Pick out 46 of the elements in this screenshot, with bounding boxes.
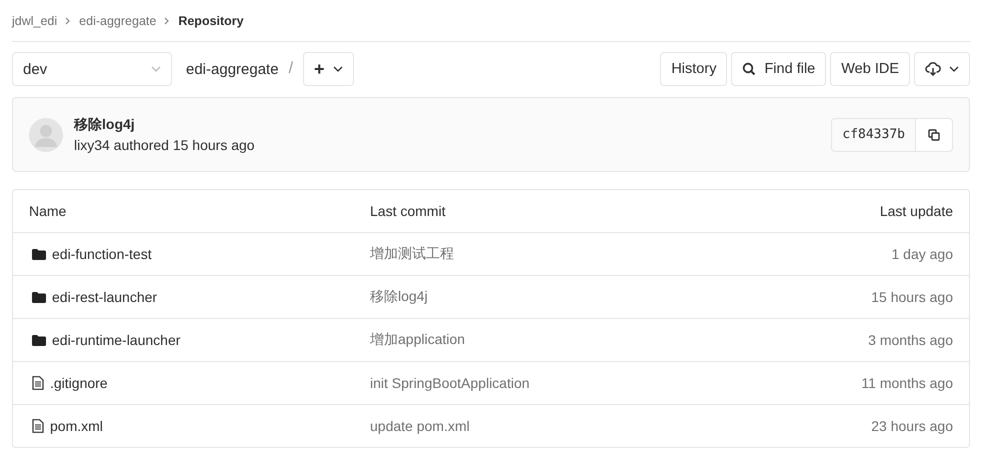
find-file-button[interactable]: Find file — [731, 52, 826, 86]
file-link[interactable]: edi-function-test — [52, 246, 152, 262]
path-link[interactable]: edi-aggregate — [186, 60, 279, 78]
commit-link[interactable]: 移除log4j — [370, 288, 428, 304]
chevron-icon — [164, 16, 170, 24]
search-icon — [742, 62, 756, 76]
path-separator: / — [288, 60, 294, 78]
column-header: Name — [29, 203, 68, 219]
cloud-download-icon — [925, 62, 941, 76]
commit-link[interactable]: 增加测试工程 — [370, 245, 454, 261]
commit-link[interactable]: update pom.xml — [370, 418, 470, 434]
web-ide-button[interactable]: Web IDE — [830, 52, 910, 86]
chevron-down-icon — [332, 66, 343, 72]
download-dropdown-button[interactable] — [914, 52, 970, 86]
folder-icon — [32, 248, 46, 260]
breadcrumb-link[interactable]: jdwl_edi — [12, 14, 58, 28]
chevron-icon — [65, 16, 72, 24]
breadcrumb-link[interactable]: edi-aggregate — [79, 14, 156, 28]
column-header: Last update — [878, 203, 953, 219]
file-link[interactable]: .gitignore — [50, 375, 108, 391]
commit-message[interactable]: 移除log4j — [74, 116, 832, 134]
branch-dropdown[interactable]: dev — [12, 52, 172, 86]
breadcrumb-link[interactable]: Repository — [178, 14, 244, 28]
update-time: 3 months ago — [868, 332, 953, 348]
update-time: 15 hours ago — [871, 289, 953, 305]
add-dropdown-button[interactable]: + — [303, 52, 354, 86]
history-button[interactable]: History — [660, 52, 728, 86]
file-link[interactable]: edi-runtime-launcher — [52, 332, 180, 348]
file-icon — [32, 376, 44, 390]
column-header: Last commit — [370, 203, 446, 219]
commit-link[interactable]: init SpringBootApplication — [370, 375, 530, 391]
chevron-down-icon — [151, 66, 161, 72]
avatar-icon — [29, 118, 63, 152]
commit-author: lixy34 authored 15 hours ago — [74, 137, 256, 153]
update-time: 23 hours ago — [871, 418, 953, 434]
folder-icon — [32, 334, 46, 346]
update-time: 11 months ago — [861, 375, 953, 391]
file-link[interactable]: pom.xml — [50, 418, 103, 434]
folder-icon — [32, 292, 46, 302]
update-time: 1 day ago — [892, 246, 953, 262]
file-link[interactable]: edi-rest-launcher — [52, 289, 158, 305]
copy-button[interactable] — [916, 118, 952, 150]
copy-icon — [928, 128, 940, 140]
commit-link[interactable]: 增加application — [370, 331, 465, 347]
file-icon — [32, 419, 44, 433]
chevron-down-icon — [949, 66, 959, 72]
